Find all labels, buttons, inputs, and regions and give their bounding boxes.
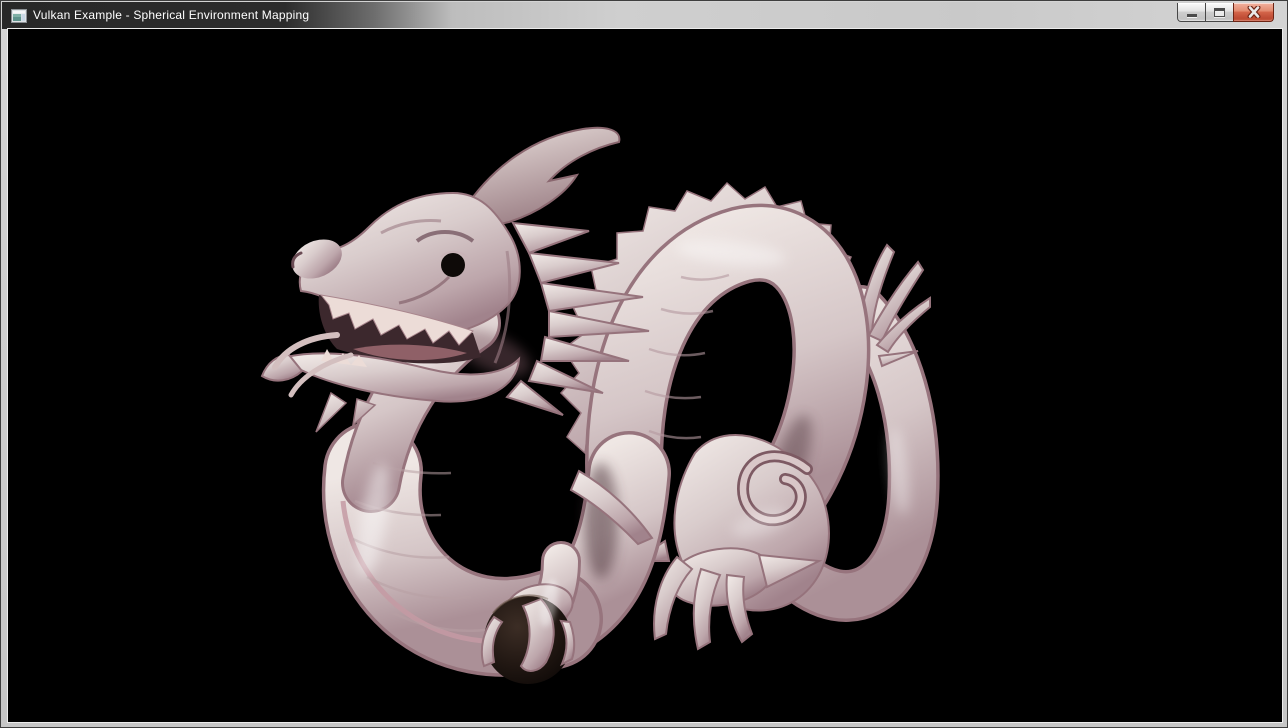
render-viewport[interactable] xyxy=(8,29,1282,722)
dragon-head xyxy=(262,128,649,432)
caption-button-group xyxy=(1177,3,1274,22)
minimize-icon xyxy=(1187,14,1197,17)
close-button[interactable] xyxy=(1233,3,1274,22)
dragon-render xyxy=(8,29,1282,722)
dragon-eye xyxy=(441,253,465,277)
minimize-button[interactable] xyxy=(1177,3,1206,22)
maximize-icon xyxy=(1214,8,1225,17)
title-bar[interactable]: Vulkan Example - Spherical Environment M… xyxy=(2,2,1288,29)
app-icon xyxy=(11,8,27,24)
maximize-button[interactable] xyxy=(1205,3,1234,22)
app-window: Vulkan Example - Spherical Environment M… xyxy=(0,0,1288,728)
window-title: Vulkan Example - Spherical Environment M… xyxy=(33,2,309,29)
close-icon xyxy=(1246,6,1262,18)
dragon-model xyxy=(262,128,930,684)
